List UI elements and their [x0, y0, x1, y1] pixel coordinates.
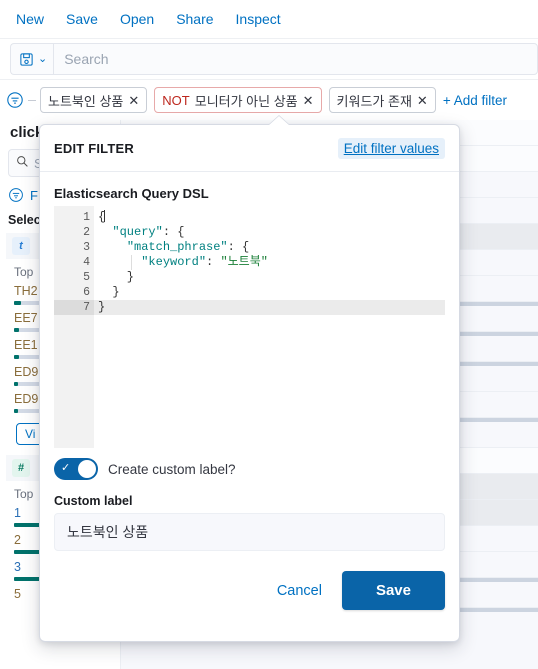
- code-line[interactable]: "query": {: [98, 225, 445, 240]
- search-input[interactable]: [64, 51, 537, 67]
- popover-body: Elasticsearch Query DSL 1▼ 2▼ 3▼ 4 5 6 7…: [40, 172, 459, 448]
- query-dsl-editor[interactable]: 1▼ 2▼ 3▼ 4 5 6 7 { "query": { "match_phr…: [54, 206, 445, 448]
- menu-inspect[interactable]: Inspect: [228, 7, 289, 31]
- field-type-icon-number: #: [12, 459, 30, 477]
- filter-options-icon[interactable]: [6, 91, 24, 109]
- code-line[interactable]: }: [98, 270, 445, 285]
- menu-share[interactable]: Share: [168, 7, 221, 31]
- code-token: }: [98, 270, 135, 284]
- popover-title: EDIT FILTER: [54, 141, 134, 156]
- indent-guide: [131, 255, 132, 270]
- close-icon[interactable]: ✕: [417, 94, 428, 107]
- code-token: : {: [227, 240, 250, 254]
- code-token: }: [98, 300, 106, 314]
- app-root: New Save Open Share Inspect ⌄ Search 노트북…: [0, 0, 538, 669]
- code-token: : {: [162, 225, 185, 239]
- line-number: 2: [83, 226, 90, 239]
- filter-pill-keyword-exists[interactable]: 키워드가 존재 ✕: [328, 87, 436, 113]
- popover-header: EDIT FILTER Edit filter values: [40, 125, 459, 172]
- filter-pill-monitor-negated[interactable]: NOT 모니터가 아닌 상품 ✕: [154, 87, 322, 113]
- popover-footer: Cancel Save: [40, 551, 459, 624]
- line-number: 4: [83, 256, 90, 269]
- cancel-button[interactable]: Cancel: [267, 575, 332, 607]
- gutter-line[interactable]: 3▼: [54, 240, 103, 255]
- line-number: 6: [83, 286, 90, 299]
- field-type-icon-string: t: [12, 237, 30, 255]
- gutter-line[interactable]: 7: [54, 300, 94, 315]
- line-number: 1: [83, 211, 90, 224]
- add-filter-button[interactable]: + Add filter: [443, 93, 507, 108]
- custom-label-field-label: Custom label: [54, 494, 133, 508]
- toggle-knob: [78, 460, 96, 478]
- code-token: "keyword": [141, 255, 207, 269]
- create-custom-label-toggle[interactable]: ✓: [54, 458, 98, 480]
- gutter-line[interactable]: 4: [54, 255, 94, 270]
- text-cursor: [104, 210, 106, 222]
- code-token: }: [98, 285, 120, 299]
- edit-filter-popover: EDIT FILTER Edit filter values Elasticse…: [39, 124, 460, 642]
- sidebar-filter-label: F: [30, 187, 38, 203]
- custom-label-input-wrap[interactable]: [54, 513, 445, 551]
- line-number: 7: [83, 301, 90, 314]
- code-line[interactable]: "keyword": "노트북": [98, 255, 445, 270]
- filter-pill-notebook[interactable]: 노트북인 상품 ✕: [40, 87, 148, 113]
- edit-filter-values-link[interactable]: Edit filter values: [337, 138, 445, 159]
- editor-gutter: 1▼ 2▼ 3▼ 4 5 6 7: [54, 206, 103, 448]
- create-custom-label-label: Create custom label?: [108, 461, 236, 477]
- save-button[interactable]: Save: [341, 571, 445, 610]
- code-token: :: [206, 255, 221, 269]
- line-number: 5: [83, 271, 90, 284]
- code-line[interactable]: }: [98, 285, 445, 300]
- filter-negate-label: NOT: [162, 92, 190, 108]
- query-bar: ⌄: [0, 38, 538, 80]
- code-token: "match_phrase": [126, 240, 228, 254]
- gutter-line[interactable]: 5: [54, 270, 94, 285]
- search-icon: [16, 155, 29, 171]
- close-icon[interactable]: ✕: [303, 94, 314, 107]
- filter-options-icon: [9, 188, 23, 202]
- top-menu-bar: New Save Open Share Inspect: [0, 0, 538, 38]
- code-line[interactable]: {: [98, 210, 445, 225]
- saved-query-button[interactable]: ⌄: [10, 43, 54, 75]
- gutter-line[interactable]: 2▼: [54, 225, 103, 240]
- query-dsl-label: Elasticsearch Query DSL: [54, 186, 209, 201]
- check-icon: ✓: [61, 462, 71, 474]
- menu-save[interactable]: Save: [58, 7, 106, 31]
- search-box[interactable]: [53, 43, 538, 75]
- code-line[interactable]: }: [94, 300, 445, 315]
- code-token: "노트북": [220, 255, 268, 269]
- filter-pill-label: 모니터가 아닌 상품: [194, 93, 298, 109]
- menu-open[interactable]: Open: [112, 7, 162, 31]
- custom-label-input[interactable]: [67, 524, 432, 540]
- code-token: "query": [112, 225, 163, 239]
- chevron-down-icon: ⌄: [38, 52, 48, 65]
- filter-pill-label: 노트북인 상품: [48, 93, 124, 109]
- line-number: 3: [83, 241, 90, 254]
- menu-new[interactable]: New: [8, 7, 52, 31]
- floppy-disk-icon: [19, 52, 34, 67]
- custom-label-toggle-row: ✓ Create custom label?: [40, 448, 459, 480]
- filter-pill-label: 키워드가 존재: [336, 93, 412, 109]
- gutter-line[interactable]: 1▼: [54, 210, 103, 225]
- code-line[interactable]: "match_phrase": {: [98, 240, 445, 255]
- filter-connector: [28, 99, 36, 101]
- close-icon[interactable]: ✕: [128, 94, 139, 107]
- filter-bar: 노트북인 상품 ✕ NOT 모니터가 아닌 상품 ✕ 키워드가 존재 ✕ + A…: [0, 80, 538, 120]
- gutter-line[interactable]: 6: [54, 285, 94, 300]
- editor-code-area[interactable]: { "query": { "match_phrase": { "keyword"…: [94, 206, 445, 448]
